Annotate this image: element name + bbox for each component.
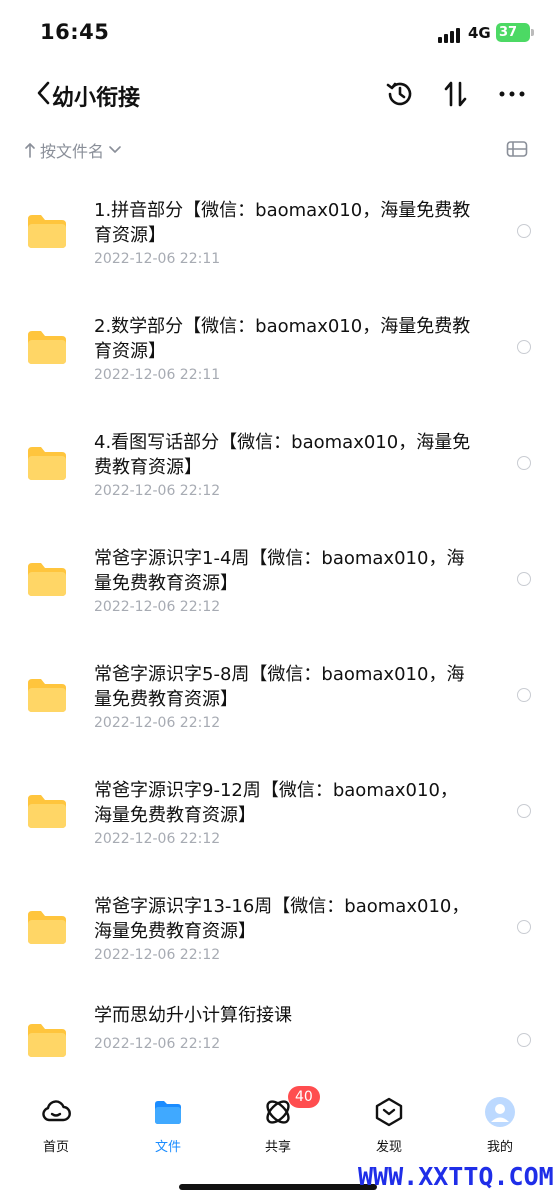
file-date: 2022-12-06 22:12 [94,599,221,615]
network-type: 4G [468,24,491,42]
file-name: 4.看图写话部分【微信：baomax010，海量免费教育资源】 [94,432,471,478]
folder-icon [155,1101,181,1124]
file-name: 常爸字源识字9-12周【微信：baomax010，海量免费教育资源】 [94,780,458,826]
view-mode-icon[interactable] [506,140,528,158]
nav-discover[interactable]: 发现 [349,1096,429,1155]
bottom-nav: 首页 文件 共享 40 发现 我的 [0,1086,555,1158]
select-radio[interactable] [517,920,531,934]
select-radio[interactable] [517,456,531,470]
file-list: 1.拼音部分【微信：baomax010，海量免费教育资源】 2022-12-06… [0,180,555,1092]
file-name: 常爸字源识字1-4周【微信：baomax010，海量免费教育资源】 [94,548,465,594]
discover-icon [375,1097,403,1127]
nav-discover-label: 发现 [375,1140,402,1155]
share-badge: 40 [288,1086,320,1108]
nav-home-label: 首页 [42,1140,69,1155]
select-radio[interactable] [517,224,531,238]
file-date: 2022-12-06 22:12 [94,947,221,963]
list-item[interactable]: 常爸字源识字5-8周【微信：baomax010，海量免费教育资源】 2022-1… [0,644,555,760]
history-icon[interactable] [384,78,416,110]
folder-icon [28,1024,66,1057]
list-item[interactable]: 常爸字源识字13-16周【微信：baomax010，海量免费教育资源】 2022… [0,876,555,992]
file-date: 2022-12-06 22:11 [94,367,221,383]
file-name: 1.拼音部分【微信：baomax010，海量免费教育资源】 [94,200,471,246]
page-title: 幼小衔接 [52,86,141,111]
folder-icon [28,911,66,944]
battery-icon: 37 [496,23,530,42]
folder-icon [28,215,66,248]
nav-home[interactable]: 首页 [16,1096,96,1155]
list-item[interactable]: 1.拼音部分【微信：baomax010，海量免费教育资源】 2022-12-06… [0,180,555,296]
select-radio[interactable] [517,340,531,354]
file-date: 2022-12-06 22:11 [94,251,221,267]
select-radio[interactable] [517,1033,531,1047]
sort-row: 按文件名 [0,132,555,168]
file-name: 2.数学部分【微信：baomax010，海量免费教育资源】 [94,316,471,362]
list-item[interactable]: 常爸字源识字1-4周【微信：baomax010，海量免费教育资源】 2022-1… [0,528,555,644]
battery-level: 37 [499,25,518,40]
file-date: 2022-12-06 22:12 [94,715,221,731]
select-radio[interactable] [517,804,531,818]
status-time: 16:45 [40,20,110,44]
header: 幼小衔接 [0,64,555,124]
list-item[interactable]: 学而思幼升小计算衔接课 2022-12-06 22:12 [0,992,555,1092]
folder-icon [28,563,66,596]
list-item[interactable]: 4.看图写话部分【微信：baomax010，海量免费教育资源】 2022-12-… [0,412,555,528]
select-radio[interactable] [517,572,531,586]
more-icon[interactable] [496,78,528,110]
select-radio[interactable] [517,688,531,702]
back-arrow-icon[interactable] [34,78,54,108]
nav-files[interactable]: 文件 [128,1096,208,1155]
file-date: 2022-12-06 22:12 [94,831,221,847]
watermark: WWW.XXTTQ.COM [358,1162,554,1191]
list-item[interactable]: 常爸字源识字9-12周【微信：baomax010，海量免费教育资源】 2022-… [0,760,555,876]
file-name: 常爸字源识字13-16周【微信：baomax010，海量免费教育资源】 [94,896,470,942]
battery-tip [531,29,534,36]
nav-files-label: 文件 [154,1140,181,1155]
file-name: 学而思幼升小计算衔接课 [94,1005,292,1026]
folder-icon [28,795,66,828]
sort-by-name-button[interactable]: 按文件名 [24,138,122,162]
file-date: 2022-12-06 22:12 [94,483,221,499]
home-indicator [179,1184,377,1190]
cloud-icon [42,1100,71,1122]
arrow-up-icon [25,143,35,158]
list-item[interactable]: 2.数学部分【微信：baomax010，海量免费教育资源】 2022-12-06… [0,296,555,412]
folder-icon [28,331,66,364]
folder-icon [28,679,66,712]
nav-share-label: 共享 [264,1140,291,1155]
folder-icon [28,447,66,480]
avatar-icon [485,1097,515,1127]
file-date: 2022-12-06 22:12 [94,1036,221,1052]
nav-mine-label: 我的 [486,1140,513,1155]
file-name: 常爸字源识字5-8周【微信：baomax010，海量免费教育资源】 [94,664,465,710]
nav-mine[interactable]: 我的 [460,1096,540,1155]
sort-label: 按文件名 [40,142,105,161]
status-bar: 16:45 4G 37 [0,0,555,64]
signal-icon [438,28,460,43]
sort-icon[interactable] [440,78,472,110]
chevron-down-icon [109,146,121,153]
